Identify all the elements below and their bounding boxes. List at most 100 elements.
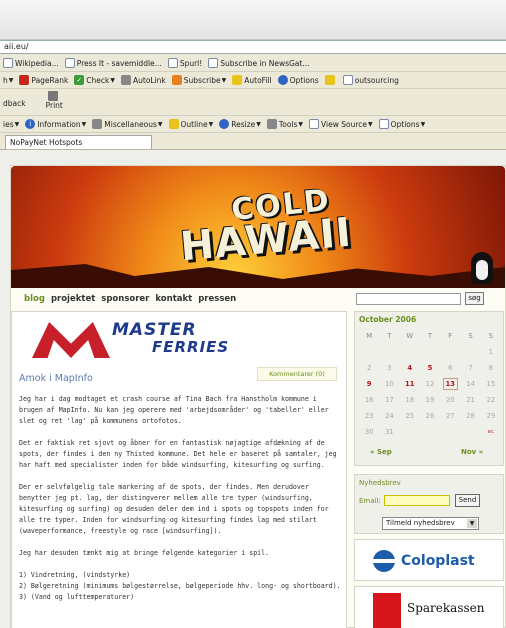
calendar-day-with-post[interactable]: 11 — [400, 376, 420, 392]
site-logo[interactable]: COLD HAWAII — [171, 183, 361, 271]
chevron-down-icon: ▼ — [8, 76, 14, 84]
newsletter-title: Nyhedsbrev — [359, 479, 401, 487]
page-icon — [342, 75, 353, 85]
weekday: T — [387, 332, 392, 340]
feedback-toolbar: dback Print — [0, 89, 506, 116]
sponsor-name: Coloplast — [401, 553, 475, 569]
calendar-day: 20 — [445, 396, 455, 404]
chevron-down-icon: ▼ — [14, 120, 20, 128]
calendar-prev-link[interactable]: « Sep — [370, 448, 392, 456]
nav-pressen[interactable]: pressen — [198, 294, 236, 304]
view-source-menu[interactable]: View Source ▼ — [309, 119, 373, 129]
link-subscribe-newsgator[interactable]: Subscribe in NewsGat... — [208, 58, 310, 68]
address-bar[interactable]: aii.eu/ — [0, 40, 506, 54]
calendar-day: 1 — [488, 348, 493, 356]
nav-kontakt[interactable]: kontakt — [155, 294, 192, 304]
sparekassen-logo-icon — [373, 593, 401, 628]
newsletter-select[interactable]: Tilmeld nyhedsbrev ▼ — [382, 517, 479, 530]
main-nav: blog projektet sponsorer kontakt pressen — [24, 294, 236, 304]
send-button[interactable]: Send — [455, 494, 480, 507]
calendar-day-with-post[interactable]: 9 — [359, 376, 379, 392]
calendar-day: 7 — [468, 364, 473, 372]
highlighter-icon — [324, 75, 335, 85]
browser-chrome: aii.eu/ Wikipedia... Press It - savemidd… — [0, 0, 506, 150]
comments-link[interactable]: Kommentarer (0) — [257, 367, 337, 381]
calendar-grid: M T W T F S S 1 2 3 4 5 6 7 8 9 10 11 12… — [359, 328, 501, 440]
toolbar-menu-0[interactable]: ies ▼ — [3, 120, 19, 129]
spellcheck-button[interactable]: ✓ Check ▼ — [74, 75, 115, 85]
chevron-down-icon: ▼ — [367, 120, 373, 128]
options-icon — [378, 119, 389, 129]
calendar-day: 21 — [466, 396, 475, 404]
calendar-widget: October 2006 M T W T F S S 1 2 3 4 5 6 7… — [354, 311, 504, 466]
penguin-icon — [471, 252, 493, 284]
options-button[interactable]: Options — [277, 75, 319, 85]
nav-blog[interactable]: blog — [24, 294, 45, 304]
master-ferries-ad[interactable]: MASTER FERRIES — [32, 320, 262, 360]
calendar-day-with-post[interactable]: 5 — [420, 360, 440, 376]
page-icon — [167, 58, 178, 68]
tab-bar: NoPayNet Hotspots — [0, 133, 506, 150]
calendar-badge: ec — [487, 429, 495, 435]
calendar-day — [400, 344, 420, 360]
outsourcing-link[interactable]: outsourcing — [342, 75, 399, 85]
toolbar-search[interactable]: h ▼ — [3, 76, 13, 85]
links-toolbar: Wikipedia... Press It - savemiddle... Sp… — [0, 55, 506, 72]
chevron-down-icon: ▼ — [298, 120, 304, 128]
highlighter-button[interactable] — [324, 75, 337, 85]
resize-menu[interactable]: Resize ▼ — [219, 119, 261, 129]
outline-menu[interactable]: Outline ▼ — [168, 119, 213, 129]
calendar-day: 31 — [385, 428, 394, 436]
calendar-day — [359, 344, 379, 360]
calendar-day: 29 — [486, 412, 496, 420]
post-title[interactable]: Amok i MapInfo — [19, 373, 93, 384]
calendar-week: 16 17 18 19 20 21 22 — [359, 392, 501, 408]
calendar-week: 23 24 25 26 27 28 29 — [359, 408, 501, 424]
calendar-month: October 2006 — [359, 315, 417, 324]
autofill-icon — [232, 75, 243, 85]
tools-menu[interactable]: Tools ▼ — [266, 119, 304, 129]
calendar-day — [460, 344, 480, 360]
autofill-button[interactable]: AutoFill — [232, 75, 272, 85]
search-input[interactable] — [356, 293, 461, 305]
nav-sponsorer[interactable]: sponsorer — [101, 294, 149, 304]
autolink-button[interactable]: AutoLink — [121, 75, 166, 85]
miscellaneous-menu[interactable]: Miscellaneous ▼ — [92, 119, 163, 129]
resize-icon — [219, 119, 230, 129]
subscribe-button[interactable]: Subscribe ▼ — [171, 75, 226, 85]
calendar-today[interactable]: 13 — [440, 376, 460, 392]
feedback-button[interactable]: dback — [3, 99, 26, 108]
calendar-next-link[interactable]: Nov » — [461, 448, 483, 456]
sponsor-sparekassen[interactable]: Sparekassen — [354, 586, 504, 628]
calendar-week: 2 3 4 5 6 7 8 — [359, 360, 501, 376]
chevron-down-icon: ▼ — [467, 519, 477, 528]
post-paragraph: Jeg har desuden tænkt mig at bringe følg… — [19, 549, 270, 557]
information-menu[interactable]: i Information ▼ — [25, 119, 86, 129]
options-menu[interactable]: Options ▼ — [378, 119, 425, 129]
weekday: T — [427, 332, 433, 340]
calendar-day: 15 — [486, 380, 496, 388]
calendar-day — [379, 344, 399, 360]
link-spurl[interactable]: Spurl! — [167, 58, 202, 68]
sponsor-coloplast[interactable]: Coloplast — [354, 539, 504, 581]
calendar-day-with-post[interactable]: 4 — [400, 360, 420, 376]
link-press-it[interactable]: Press It - savemiddle... — [64, 58, 162, 68]
google-toolbar: h ▼ PageRank ✓ Check ▼ AutoLink Subscribe ▼ … — [0, 72, 506, 89]
chevron-down-icon: ▼ — [81, 120, 87, 128]
print-button[interactable]: Print — [46, 91, 63, 110]
calendar-day — [420, 344, 440, 360]
nav-projektet[interactable]: projektet — [51, 294, 95, 304]
calendar-week: 30 31 ec — [359, 424, 501, 440]
calendar-day: 6 — [448, 364, 453, 372]
email-field[interactable] — [384, 495, 450, 506]
link-wikipedia[interactable]: Wikipedia... — [3, 58, 59, 68]
source-icon — [309, 119, 320, 129]
search-button[interactable]: søg — [465, 292, 484, 305]
post-paragraph: Det er faktisk ret sjovt og åbner for en… — [19, 439, 337, 469]
tab-nopaynet-hotspots[interactable]: NoPayNet Hotspots — [5, 135, 152, 149]
page-icon — [3, 58, 13, 68]
pagerank-indicator[interactable]: PageRank — [19, 75, 68, 85]
calendar-day: 30 — [364, 428, 374, 436]
chevron-down-icon: ▼ — [110, 76, 115, 84]
master-ferries-logo-icon — [32, 322, 110, 358]
